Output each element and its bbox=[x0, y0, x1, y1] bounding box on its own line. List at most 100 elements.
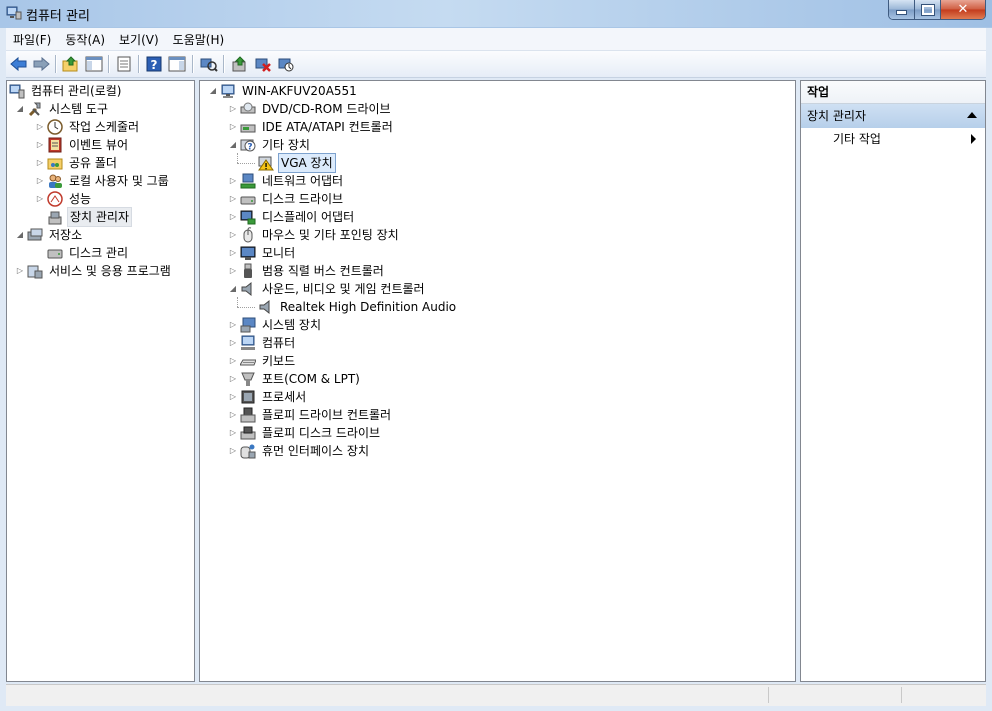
collapse-arrow-icon[interactable]: ◢ bbox=[228, 280, 238, 298]
tree-item-services[interactable]: ▷ 서비스 및 응용 프로그램 bbox=[15, 262, 173, 280]
device-realtek-audio[interactable]: Realtek High Definition Audio bbox=[258, 298, 458, 316]
device-tree-pane[interactable]: ◢ WIN-AKFUV20A551 ▷ DVD/CD-ROM 드라이브 ▷ ID… bbox=[199, 80, 796, 682]
device-tree-root[interactable]: ◢ WIN-AKFUV20A551 bbox=[208, 82, 359, 100]
computer-management-icon bbox=[9, 83, 25, 99]
device-category-usb[interactable]: ▷ 범용 직렬 버스 컨트롤러 bbox=[228, 262, 386, 280]
tree-item-event-viewer[interactable]: ▷ 이벤트 뷰어 bbox=[35, 136, 130, 154]
forward-button[interactable] bbox=[31, 54, 51, 74]
expand-arrow-icon[interactable]: ▷ bbox=[228, 226, 238, 244]
expand-arrow-icon[interactable]: ▷ bbox=[35, 154, 45, 172]
back-button[interactable] bbox=[9, 54, 29, 74]
maximize-button[interactable] bbox=[915, 0, 941, 19]
close-button[interactable]: ✕ bbox=[941, 0, 985, 19]
device-label: 컴퓨터 bbox=[262, 336, 296, 350]
menu-view[interactable]: 보기(V) bbox=[112, 28, 166, 51]
tree-label: 공유 폴더 bbox=[69, 156, 117, 170]
device-category-ports[interactable]: ▷ 포트(COM & LPT) bbox=[228, 370, 362, 388]
expand-arrow-icon[interactable]: ▷ bbox=[228, 208, 238, 226]
console-tree-pane[interactable]: 컴퓨터 관리(로컬) ◢ 시스템 도구 ▷ 작업 스케줄러 ▷ 이벤트 뷰어 ▷… bbox=[6, 80, 195, 682]
device-category-keyboard[interactable]: ▷ 키보드 bbox=[228, 352, 297, 370]
device-category-disk[interactable]: ▷ 디스크 드라이브 bbox=[228, 190, 345, 208]
tree-item-storage[interactable]: ◢ 저장소 bbox=[15, 226, 84, 244]
update-driver-button[interactable] bbox=[230, 54, 250, 74]
expand-arrow-icon[interactable]: ▷ bbox=[228, 406, 238, 424]
expand-arrow-icon[interactable]: ▷ bbox=[228, 370, 238, 388]
up-button[interactable] bbox=[61, 54, 81, 74]
device-label: 플로피 디스크 드라이브 bbox=[262, 426, 381, 440]
menu-help[interactable]: 도움말(H) bbox=[166, 28, 232, 51]
users-icon bbox=[47, 173, 63, 189]
device-category-floppy-disk[interactable]: ▷ 플로피 디스크 드라이브 bbox=[228, 424, 382, 442]
expand-arrow-icon[interactable]: ▷ bbox=[15, 262, 25, 280]
collapse-arrow-icon[interactable]: ◢ bbox=[208, 82, 218, 100]
device-category-other[interactable]: ◢ ? 기타 장치 bbox=[228, 136, 312, 154]
tree-item-task-scheduler[interactable]: ▷ 작업 스케줄러 bbox=[35, 118, 141, 136]
actions-section-device-manager[interactable]: 장치 관리자 bbox=[801, 104, 985, 128]
device-category-processor[interactable]: ▷ 프로세서 bbox=[228, 388, 308, 406]
expand-arrow-icon[interactable]: ▷ bbox=[228, 118, 238, 136]
title-bar[interactable]: 컴퓨터 관리 ✕ bbox=[0, 0, 992, 27]
actions-item-label: 기타 작업 bbox=[833, 132, 881, 146]
expand-arrow-icon[interactable]: ▷ bbox=[228, 262, 238, 280]
collapse-arrow-icon[interactable]: ◢ bbox=[228, 136, 238, 154]
menu-file[interactable]: 파일(F) bbox=[6, 28, 58, 51]
expand-arrow-icon[interactable]: ▷ bbox=[228, 442, 238, 460]
expand-arrow-icon[interactable]: ▷ bbox=[228, 352, 238, 370]
ide-controller-icon bbox=[240, 119, 256, 135]
device-category-mouse[interactable]: ▷ 마우스 및 기타 포인팅 장치 bbox=[228, 226, 401, 244]
menu-action[interactable]: 동작(A) bbox=[58, 28, 112, 51]
expand-arrow-icon[interactable]: ▷ bbox=[35, 118, 45, 136]
device-category-floppy-controller[interactable]: ▷ 플로피 드라이브 컨트롤러 bbox=[228, 406, 393, 424]
device-category-dvd[interactable]: ▷ DVD/CD-ROM 드라이브 bbox=[228, 100, 393, 118]
expand-arrow-icon[interactable]: ▷ bbox=[228, 316, 238, 334]
device-vga[interactable]: VGA 장치 bbox=[258, 153, 336, 173]
expand-arrow-icon[interactable]: ▷ bbox=[228, 388, 238, 406]
computer-icon bbox=[240, 335, 256, 351]
device-category-computer[interactable]: ▷ 컴퓨터 bbox=[228, 334, 297, 352]
device-category-system[interactable]: ▷ 시스템 장치 bbox=[228, 316, 323, 334]
show-hide-tree-button[interactable] bbox=[84, 54, 104, 74]
tree-item-performance[interactable]: ▷ 성능 bbox=[35, 190, 93, 208]
svg-text:?: ? bbox=[151, 58, 158, 72]
scan-hardware-button[interactable] bbox=[199, 54, 219, 74]
window-controls: ✕ bbox=[888, 0, 986, 20]
device-category-network[interactable]: ▷ 네트워크 어댑터 bbox=[228, 172, 345, 190]
help-button[interactable]: ? bbox=[144, 54, 164, 74]
expand-arrow-icon[interactable]: ▷ bbox=[35, 136, 45, 154]
tree-item-shared-folders[interactable]: ▷ 공유 폴더 bbox=[35, 154, 119, 172]
tree-item-disk-management[interactable]: 디스크 관리 bbox=[47, 244, 130, 262]
disable-device-button[interactable] bbox=[276, 54, 296, 74]
device-category-hid[interactable]: ▷ 휴먼 인터페이스 장치 bbox=[228, 442, 371, 460]
properties-button[interactable] bbox=[114, 54, 134, 74]
services-icon bbox=[27, 263, 43, 279]
device-category-monitor[interactable]: ▷ 모니터 bbox=[228, 244, 297, 262]
device-label: 기타 장치 bbox=[262, 138, 310, 152]
uninstall-button[interactable] bbox=[253, 54, 273, 74]
usb-icon bbox=[240, 263, 256, 279]
tree-item-local-users[interactable]: ▷ 로컬 사용자 및 그룹 bbox=[35, 172, 171, 190]
device-category-sound[interactable]: ◢ 사운드, 비디오 및 게임 컨트롤러 bbox=[228, 280, 427, 298]
tree-item-system-tools[interactable]: ◢ 시스템 도구 bbox=[15, 100, 110, 118]
expand-arrow-icon[interactable]: ▷ bbox=[228, 172, 238, 190]
collapse-up-icon[interactable] bbox=[967, 112, 977, 118]
expand-arrow-icon[interactable]: ▷ bbox=[228, 244, 238, 262]
actions-item-more-actions[interactable]: 기타 작업 bbox=[801, 128, 985, 150]
network-adapter-icon bbox=[240, 173, 256, 189]
minimize-button[interactable] bbox=[889, 0, 915, 19]
tree-item-root[interactable]: 컴퓨터 관리(로컬) bbox=[9, 82, 123, 100]
expand-arrow-icon[interactable]: ▷ bbox=[35, 190, 45, 208]
toolbar-separator bbox=[192, 55, 194, 73]
collapse-arrow-icon[interactable]: ◢ bbox=[15, 100, 25, 118]
device-category-display[interactable]: ▷ 디스플레이 어댑터 bbox=[228, 208, 356, 226]
show-hide-action-pane-button[interactable] bbox=[167, 54, 187, 74]
device-category-ide[interactable]: ▷ IDE ATA/ATAPI 컨트롤러 bbox=[228, 118, 395, 136]
expand-arrow-icon[interactable]: ▷ bbox=[228, 190, 238, 208]
expand-arrow-icon[interactable]: ▷ bbox=[228, 424, 238, 442]
device-label: WIN-AKFUV20A551 bbox=[242, 84, 357, 98]
tree-item-device-manager[interactable]: 장치 관리자 bbox=[47, 207, 133, 227]
expand-arrow-icon[interactable]: ▷ bbox=[228, 334, 238, 352]
expand-arrow-icon[interactable]: ▷ bbox=[228, 100, 238, 118]
expand-arrow-icon[interactable]: ▷ bbox=[35, 172, 45, 190]
status-segment bbox=[768, 687, 769, 703]
collapse-arrow-icon[interactable]: ◢ bbox=[15, 226, 25, 244]
